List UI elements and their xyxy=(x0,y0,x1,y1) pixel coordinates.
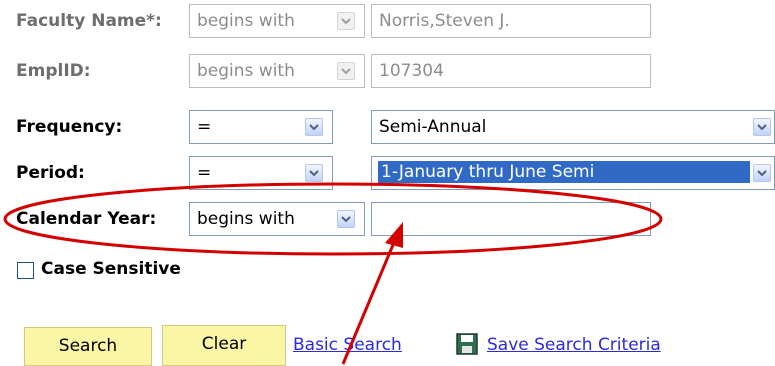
case-sensitive-checkbox[interactable] xyxy=(17,262,34,279)
frequency-operator-dropdown[interactable] xyxy=(305,118,323,136)
chevron-down-icon xyxy=(341,68,351,75)
faculty-name-value: Norris,Steven J. xyxy=(379,11,510,31)
calendar-year-label: Calendar Year: xyxy=(16,209,157,229)
save-search-criteria-link[interactable]: Save Search Criteria xyxy=(487,335,661,355)
period-value: 1-January thru June Semi xyxy=(378,161,750,183)
chevron-down-icon xyxy=(757,170,767,177)
period-operator-value: = xyxy=(197,163,212,183)
case-sensitive-label[interactable]: Case Sensitive xyxy=(41,259,181,279)
frequency-operator-value: = xyxy=(197,117,212,137)
period-dropdown[interactable] xyxy=(753,164,771,182)
chevron-down-icon xyxy=(341,216,351,223)
faculty-name-label: Faculty Name*: xyxy=(16,11,162,31)
emplid-value: 107304 xyxy=(379,61,444,81)
frequency-label: Frequency: xyxy=(16,117,123,137)
period-label: Period: xyxy=(16,163,85,183)
calendar-year-operator-value: begins with xyxy=(197,209,295,229)
faculty-name-field: Norris,Steven J. xyxy=(371,4,651,38)
emplid-operator-value: begins with xyxy=(197,61,295,81)
calendar-year-input[interactable] xyxy=(371,202,651,236)
search-button[interactable]: Search xyxy=(24,327,152,366)
emplid-operator-dropdown xyxy=(337,62,355,80)
emplid-field: 107304 xyxy=(371,54,651,88)
floppy-disk-icon[interactable] xyxy=(456,333,478,359)
chevron-down-icon xyxy=(341,18,351,25)
clear-button[interactable]: Clear xyxy=(162,325,286,366)
calendar-year-operator-dropdown[interactable] xyxy=(337,210,355,228)
basic-search-link[interactable]: Basic Search xyxy=(293,335,402,355)
chevron-down-icon xyxy=(309,124,319,131)
chevron-down-icon xyxy=(757,124,767,131)
faculty-name-operator-dropdown xyxy=(337,12,355,30)
emplid-label: EmplID: xyxy=(16,61,91,81)
chevron-down-icon xyxy=(309,170,319,177)
frequency-dropdown[interactable] xyxy=(753,118,771,136)
frequency-value: Semi-Annual xyxy=(379,117,487,137)
faculty-name-operator-value: begins with xyxy=(197,11,295,31)
period-select[interactable]: 1-January thru June Semi xyxy=(371,156,775,190)
period-operator-dropdown[interactable] xyxy=(305,164,323,182)
frequency-select[interactable]: Semi-Annual xyxy=(371,110,775,144)
